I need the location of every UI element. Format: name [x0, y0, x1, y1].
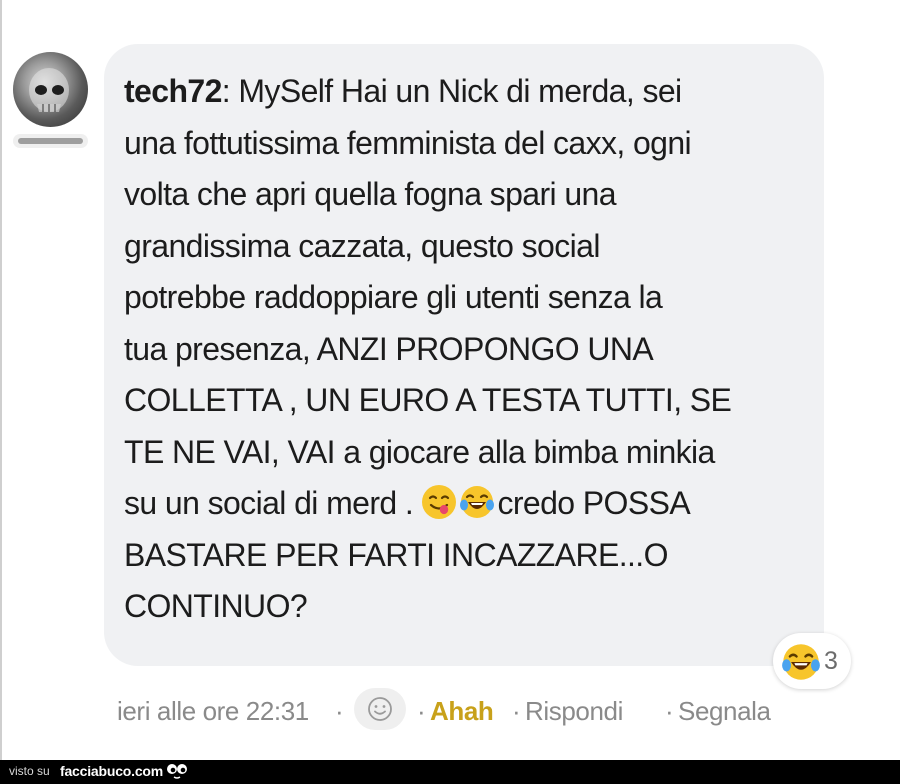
tears-of-joy-emoji — [460, 486, 495, 518]
comment-line: TE NE VAI, VAI a giocare alla bimba mink… — [124, 433, 715, 470]
user-level-badge — [13, 134, 88, 148]
skull-avatar-image — [29, 68, 69, 112]
separator-dot: · — [335, 696, 344, 726]
footer-brand: facciabuco.com — [60, 763, 164, 779]
react-button[interactable] — [354, 688, 406, 730]
separator-dot: · — [417, 696, 426, 726]
smiley-icon — [368, 697, 392, 721]
comment-line-text: : MySelf Hai un Nick di merda, sei — [221, 73, 682, 109]
comment-line-text: credo POSSA — [497, 485, 691, 521]
comment-line: una fottutissima femminista del caxx, og… — [124, 124, 692, 161]
comment-line: volta che apri quella fogna spari una — [124, 176, 617, 212]
watermark-footer: visto su facciabuco.com — [0, 760, 900, 784]
comment-line: tech72: MySelf Hai un Nick di merda, sei — [124, 66, 814, 118]
comment-line: COLLETTA , UN EURO A TESTA TUTTI, SE — [124, 382, 732, 418]
reaction-summary[interactable]: 3 — [773, 633, 851, 689]
tears-of-joy-emoji — [782, 644, 820, 680]
user-avatar[interactable] — [13, 52, 88, 127]
comment-line: CONTINUO? — [124, 588, 308, 624]
eyes-icon — [167, 764, 187, 779]
comment-line: BASTARE PER FARTI INCAZZARE...O — [124, 536, 668, 573]
comment-actions: ieri alle ore 22:31 · · Ahah · Rispondi … — [117, 688, 817, 734]
comment-timestamp[interactable]: ieri alle ore 22:31 — [117, 696, 309, 727]
ahah-reaction-label[interactable]: Ahah — [430, 696, 494, 727]
left-frame-border — [0, 0, 2, 760]
comment-text: tech72: MySelf Hai un Nick di merda, sei… — [124, 66, 814, 633]
separator-dot: · — [512, 696, 521, 726]
comment-line: tua presenza, ANZI PROPONGO UNA — [124, 330, 654, 367]
comment-line: potrebbe raddoppiare gli utenti senza la — [124, 279, 663, 315]
report-button[interactable]: Segnala — [678, 696, 771, 727]
reply-button[interactable]: Rispondi — [525, 696, 623, 727]
comment-line: grandissima cazzata, questo social — [124, 227, 600, 264]
comment-line-text: su un social di merd . — [124, 485, 422, 521]
footer-prefix: visto su — [9, 764, 50, 778]
comment-author[interactable]: tech72 — [124, 73, 222, 109]
reaction-count: 3 — [824, 647, 838, 675]
comment-line: su un social di merd . credo POSSA — [124, 478, 814, 530]
separator-dot: · — [665, 696, 674, 726]
yum-face-emoji — [422, 485, 457, 519]
